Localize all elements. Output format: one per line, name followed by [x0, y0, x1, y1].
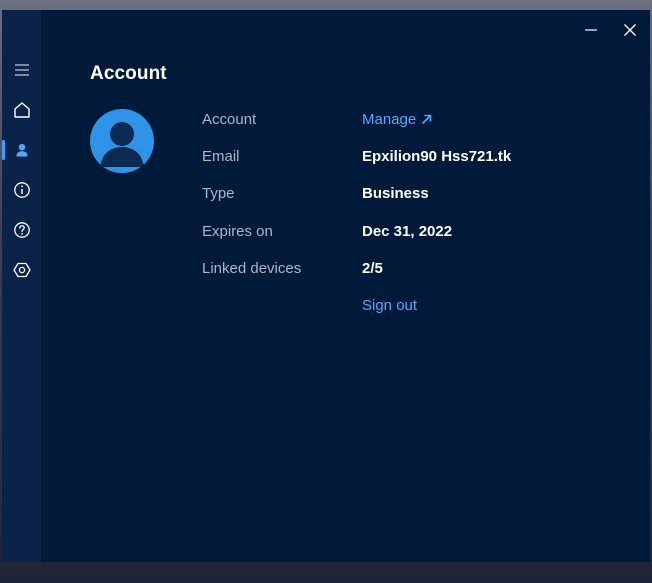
close-button[interactable] — [612, 16, 648, 44]
account-label: Account — [202, 111, 257, 128]
manage-link-label: Manage — [362, 111, 417, 128]
home-icon — [13, 102, 30, 118]
email-value: Epxilion90 Hss721.tk — [362, 148, 512, 165]
linked-devices-value: 2/5 — [362, 260, 383, 277]
sidebar-item-home[interactable] — [2, 92, 41, 128]
sidebar-item-account[interactable] — [2, 132, 41, 168]
sidebar-item-settings[interactable] — [2, 252, 41, 288]
user-avatar-icon — [100, 122, 144, 167]
person-icon — [16, 144, 27, 157]
minimize-icon — [585, 29, 597, 31]
type-value: Business — [362, 185, 429, 202]
linked-devices-label: Linked devices — [202, 260, 302, 277]
sign-out-link[interactable]: Sign out — [362, 297, 417, 314]
settings-icon — [12, 262, 31, 278]
page-title: Account — [90, 63, 167, 84]
email-label: Email — [202, 148, 240, 165]
sidebar-item-menu[interactable] — [2, 52, 41, 88]
external-link-arrow-icon — [422, 114, 432, 125]
avatar — [90, 109, 154, 173]
expires-value: Dec 31, 2022 — [362, 223, 453, 240]
expires-label: Expires on — [202, 223, 273, 240]
help-icon — [13, 222, 30, 238]
app-window: Account Account Manage Email Epxilion90 … — [2, 10, 650, 562]
info-icon — [13, 182, 30, 198]
minimize-button[interactable] — [573, 16, 609, 44]
type-label: Type — [202, 185, 235, 202]
close-icon — [624, 24, 636, 36]
sidebar-item-help[interactable] — [2, 212, 41, 248]
sidebar-item-info[interactable] — [2, 172, 41, 208]
sidebar — [2, 10, 41, 562]
manage-link[interactable]: Manage — [362, 111, 432, 128]
hamburger-menu-icon — [14, 64, 29, 76]
